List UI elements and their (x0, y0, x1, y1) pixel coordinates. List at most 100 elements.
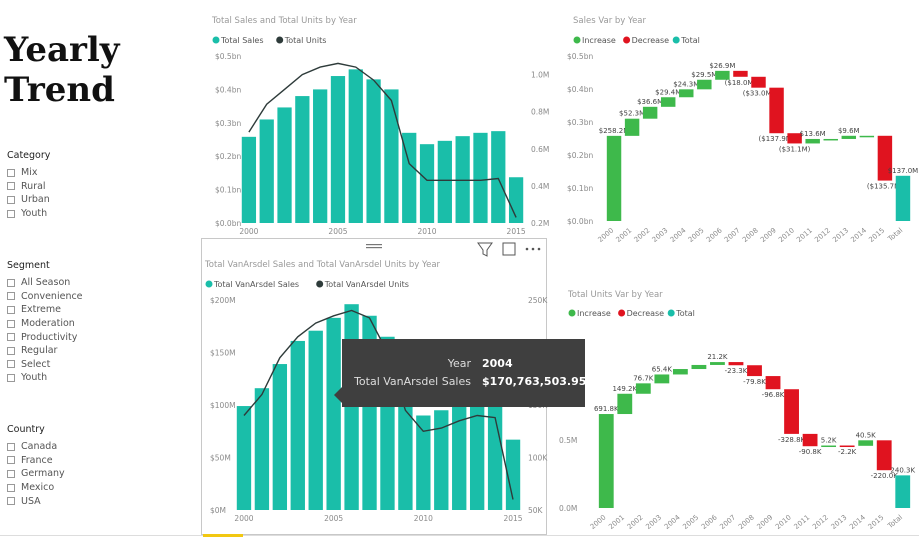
waterfall-bar (839, 445, 855, 448)
x-tick-label: Total (886, 513, 904, 530)
y-tick-label: $50M (210, 454, 231, 463)
x-tick-label: 2012 (811, 513, 830, 531)
x-tick-label: 2005 (687, 226, 706, 244)
x-tick-label: 2005 (324, 514, 343, 523)
x-tick-label: Total (886, 226, 904, 243)
data-label: $36.6M (637, 98, 663, 106)
bar (491, 131, 506, 223)
bar (259, 119, 274, 223)
data-label: -96.8K (762, 391, 785, 399)
data-label: 76.7K (633, 374, 654, 382)
y-tick-label: $0.2bn (215, 152, 241, 161)
y2-tick-label: 0.8M (531, 108, 549, 117)
waterfall-bar (606, 135, 622, 221)
y2-tick-label: 250K (528, 296, 548, 305)
bar (366, 79, 381, 223)
waterfall-bar (697, 79, 712, 90)
legend-label: Total VanArsdel Units (324, 280, 409, 289)
x-tick-label: 2002 (633, 226, 652, 244)
x-tick-label: 2001 (607, 513, 626, 531)
waterfall-bar (660, 97, 676, 107)
waterfall-bar (858, 440, 874, 446)
tooltip-year-label: Year (447, 357, 471, 370)
bar (313, 89, 328, 224)
legend-label: Total (675, 309, 695, 318)
waterfall-bar (751, 76, 766, 88)
y-tick-label: $100M (210, 401, 236, 410)
chart-tooltip: Year 2004 Total VanArsdel Sales $170,763… (334, 339, 587, 407)
bar (308, 330, 323, 510)
y-tick-label: $0.4bn (215, 85, 241, 94)
data-label: 149.2K (612, 385, 637, 393)
bar (487, 398, 503, 510)
waterfall-bar (747, 365, 762, 377)
bar (473, 132, 488, 223)
y-tick-label: $0.2bn (567, 151, 593, 160)
filter-icon[interactable] (477, 242, 493, 257)
waterfall-bar (895, 175, 911, 221)
data-label: -90.8K (799, 448, 822, 456)
bar (416, 415, 431, 510)
charts-canvas: Total Sales and Total Units by Year Total… (204, 16, 919, 531)
legend-label: Total Units (284, 36, 327, 45)
waterfall-bar (679, 89, 694, 98)
y2-tick-label: 0.6M (531, 145, 549, 154)
y-tick-label: $200M (210, 296, 236, 305)
x-tick-label: 2012 (813, 226, 832, 244)
x-tick-label: 2007 (718, 513, 737, 531)
bar (398, 394, 413, 510)
more-options-icon[interactable] (525, 247, 529, 251)
bar (290, 340, 305, 510)
waterfall-bar (635, 383, 651, 394)
data-label: $137.0M (888, 167, 919, 175)
x-tick-label: 2008 (737, 513, 756, 531)
waterfall-bar (733, 70, 748, 77)
y2-tick-label: 0.4M (531, 182, 549, 191)
data-label: -79.8K (743, 378, 766, 386)
x-tick-label: 2005 (681, 513, 700, 531)
waterfall-bar (876, 440, 892, 471)
x-tick-label: 2010 (777, 226, 796, 244)
data-label: 21.2K (707, 353, 728, 361)
legend-marker (205, 280, 213, 288)
x-tick-label: 2000 (589, 513, 608, 531)
waterfall-bar (895, 475, 911, 508)
x-tick-label: 2001 (615, 226, 634, 244)
x-tick-label: 2014 (848, 513, 867, 531)
x-tick-label: 2000 (234, 514, 253, 523)
legend-marker (212, 36, 220, 44)
waterfall-bar (691, 364, 707, 370)
data-label: -23.3K (725, 367, 748, 375)
data-label: $52.3M (619, 110, 645, 118)
legend-label: Increase (577, 309, 611, 318)
y2-tick-label: 1.0M (531, 71, 549, 80)
y-tick-label: $0.4bn (567, 85, 593, 94)
y-tick-label: $0.0bn (567, 217, 593, 226)
waterfall-bar (624, 118, 640, 136)
waterfall-bar (598, 414, 614, 508)
chart-title: Total VanArsdel Sales and Total VanArsde… (204, 260, 441, 270)
bar (469, 396, 485, 510)
bar (254, 388, 270, 510)
x-tick-label: 2000 (597, 226, 616, 244)
y-tick-label: $0M (210, 506, 226, 515)
legend-marker (618, 309, 626, 317)
y-tick-label: $0.3bn (567, 118, 593, 127)
bar (326, 317, 341, 510)
focus-mode-icon[interactable] (502, 242, 516, 256)
waterfall-bar (728, 362, 744, 366)
waterfall-bar (769, 87, 784, 134)
x-tick-label: 2011 (795, 226, 814, 244)
more-options-icon[interactable] (537, 247, 541, 251)
x-tick-label: 2015 (503, 514, 522, 523)
waterfall-bar (710, 362, 725, 365)
legend-marker (573, 36, 581, 44)
legend-marker (568, 309, 576, 317)
more-options-icon[interactable] (531, 247, 535, 251)
tooltip-sales-value: $170,763,503.95 (482, 375, 587, 388)
drag-handle-icon[interactable] (366, 244, 382, 246)
drag-handle-icon[interactable] (366, 247, 382, 249)
waterfall-bar (672, 369, 688, 375)
y2-tick-label: 0.2M (531, 219, 549, 228)
data-label: 691.8K (594, 405, 619, 413)
